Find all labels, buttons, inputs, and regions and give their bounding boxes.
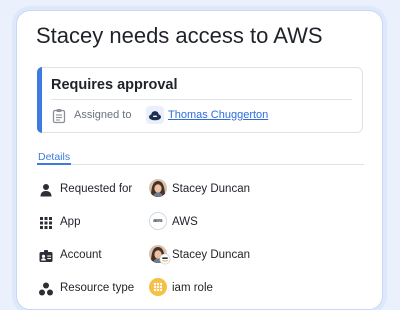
assignee-link[interactable]: Thomas Chuggerton: [168, 109, 268, 121]
approval-panel: Requires approval Assigned to Thomas Chu…: [37, 67, 363, 133]
detail-value: Stacey Duncan: [172, 249, 250, 261]
detail-label: App: [60, 216, 81, 228]
page-title: Stacey needs access to AWS: [36, 23, 323, 48]
detail-label: Account: [60, 249, 102, 261]
detail-value: Stacey Duncan: [172, 183, 250, 195]
approval-heading: Requires approval: [51, 77, 178, 93]
aws-logo-icon: aws: [149, 212, 167, 230]
assignee-avatar: [146, 106, 164, 124]
assigned-to-label: Assigned to: [74, 109, 132, 121]
approval-accent-bar: [37, 67, 42, 133]
iam-role-icon: [149, 278, 167, 296]
approval-divider: [51, 99, 352, 100]
tabs-divider: [37, 164, 364, 165]
user-avatar-aws: [149, 245, 171, 265]
detail-row-requested-for: Requested for Stacey Duncan: [17, 179, 382, 203]
hierarchy-icon: [39, 282, 53, 296]
user-avatar: [149, 179, 167, 197]
clipboard-icon: [51, 108, 67, 124]
detail-label: Resource type: [60, 282, 135, 294]
aws-logo-text: aws: [153, 218, 163, 224]
detail-value: iam role: [172, 282, 213, 294]
detail-label: Requested for: [60, 183, 133, 195]
detail-row-app: App aws AWS: [17, 212, 382, 236]
detail-value: AWS: [172, 216, 198, 228]
detail-row-resource-type: Resource type iam role: [17, 278, 382, 302]
grid-icon: [39, 216, 53, 230]
tab-details-indicator: [37, 163, 71, 165]
detail-row-account: Account Stacey Duncan: [17, 245, 382, 269]
access-request-card: Stacey needs access to AWS Requires appr…: [16, 10, 383, 310]
id-badge-icon: [39, 249, 53, 263]
person-icon: [39, 183, 53, 197]
tab-details[interactable]: Details: [38, 151, 70, 163]
